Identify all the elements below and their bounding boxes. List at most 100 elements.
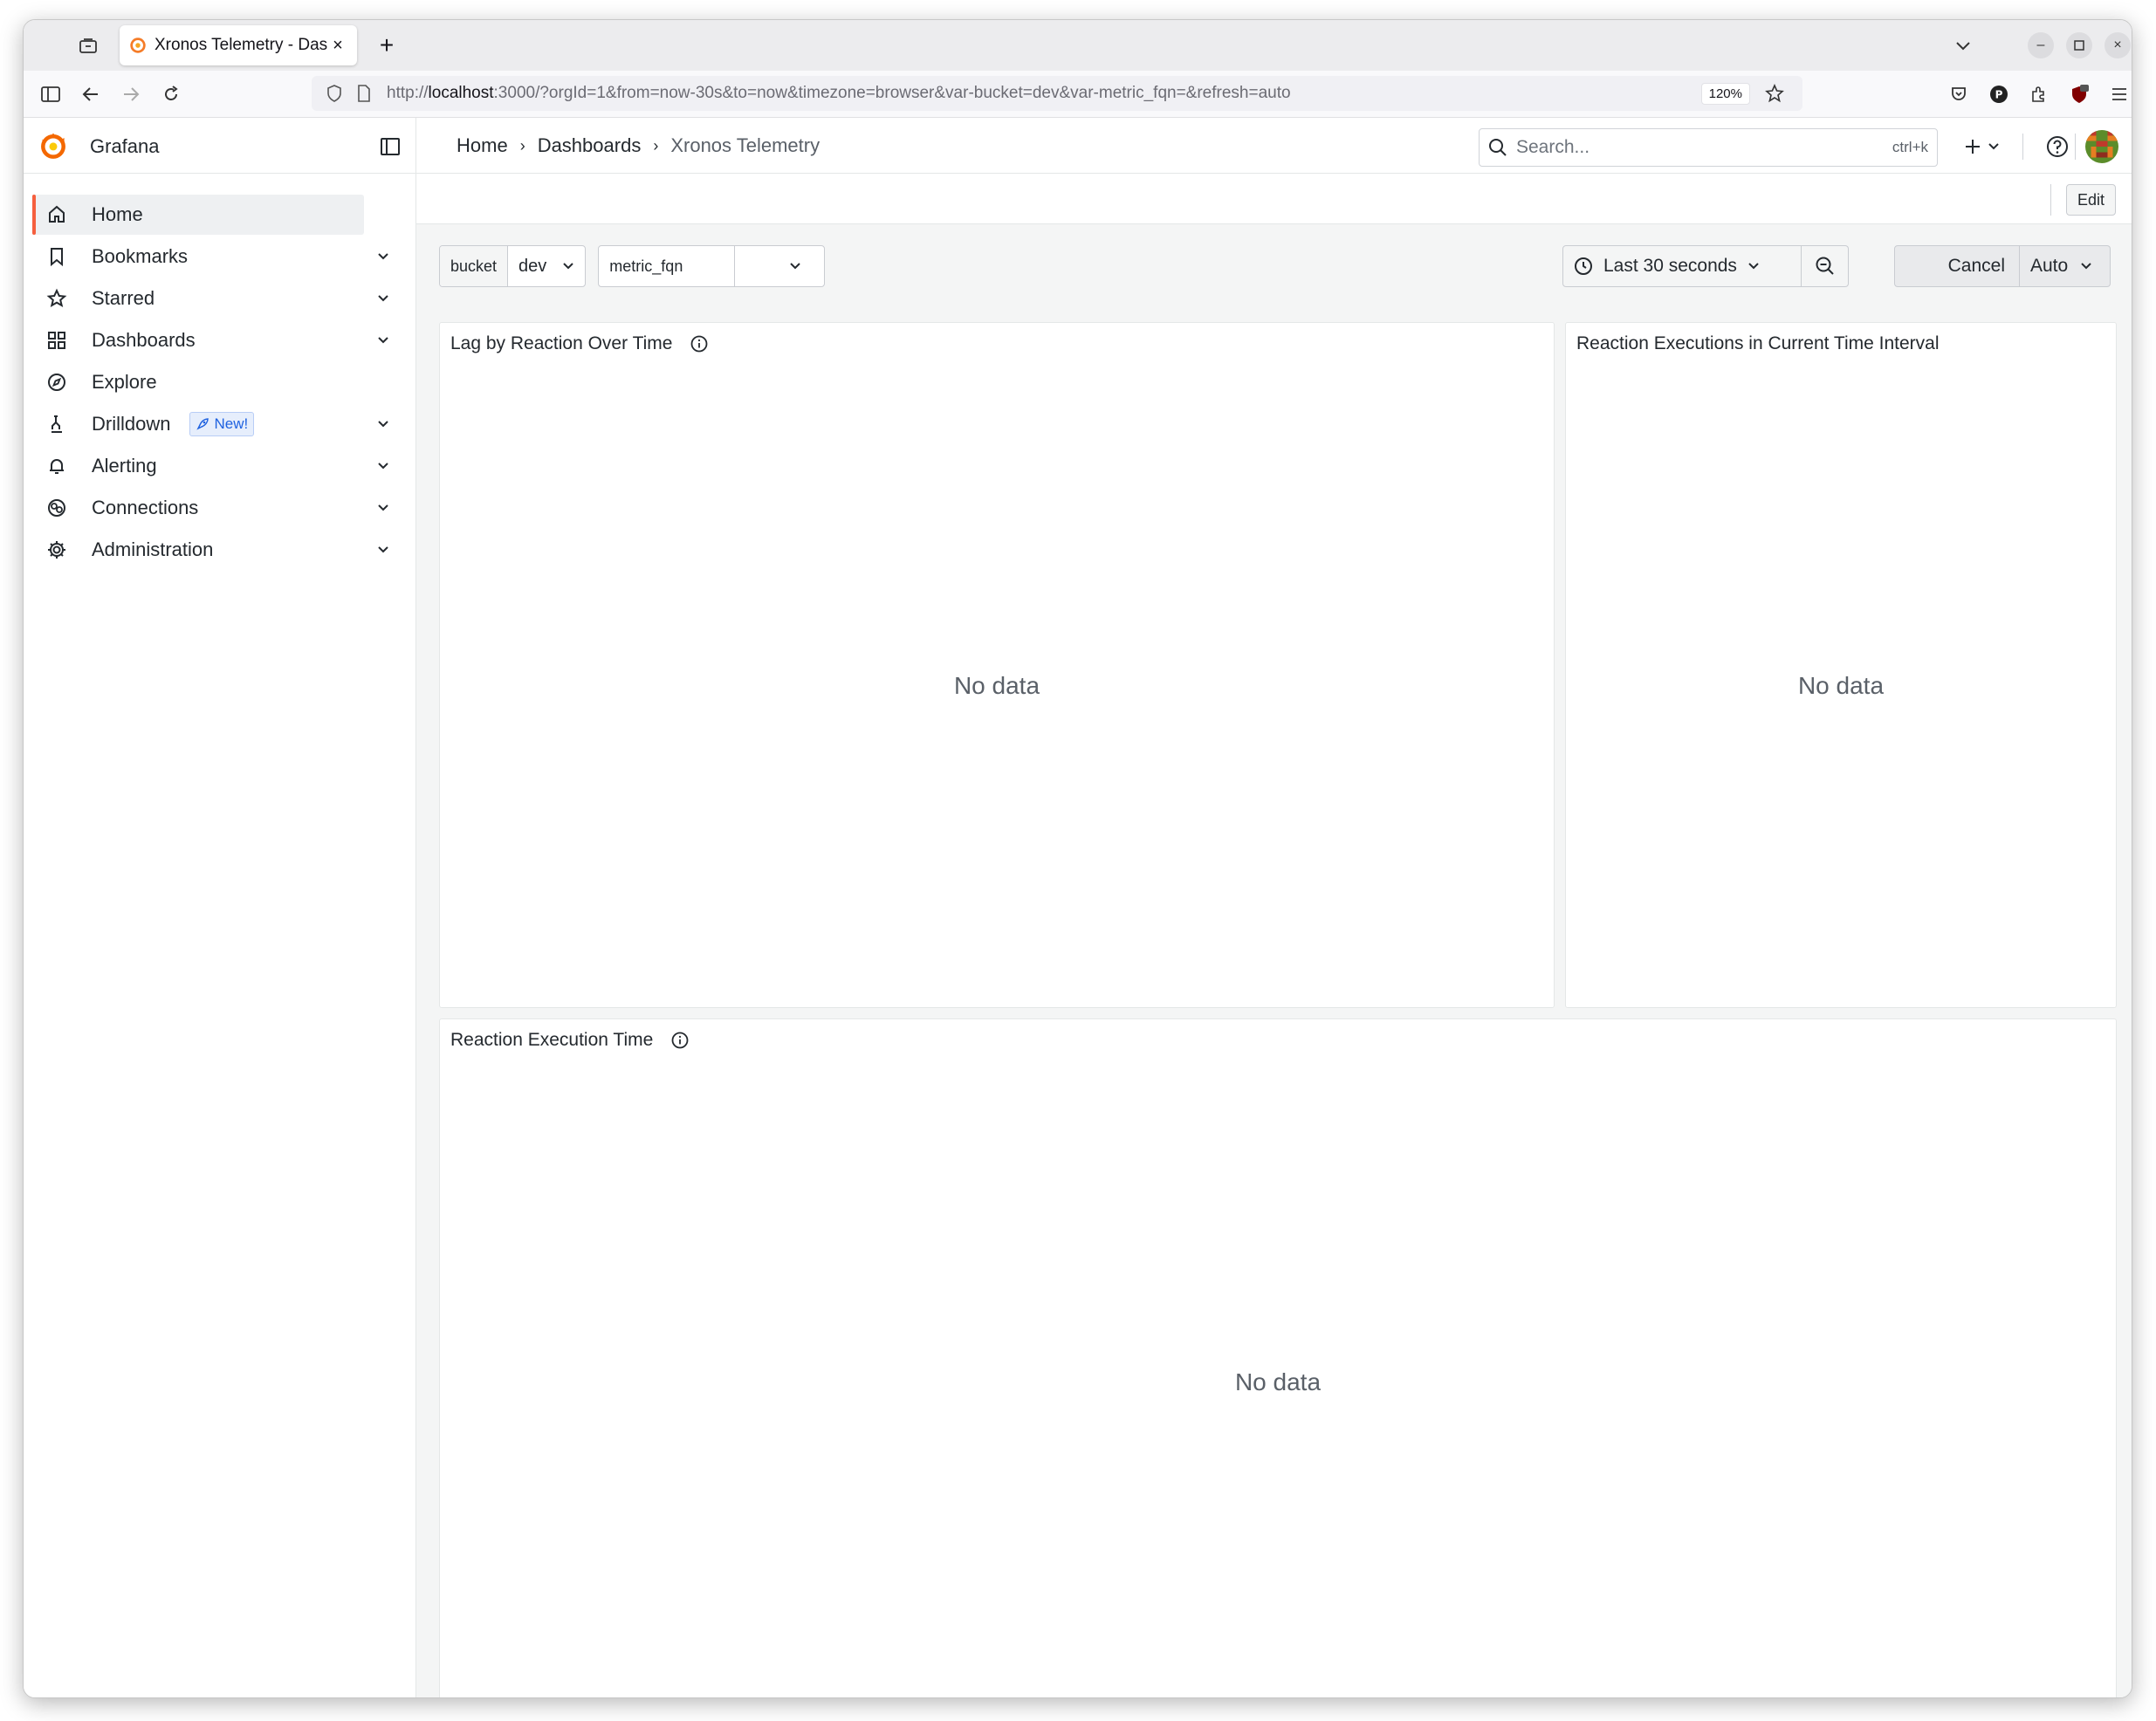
new-badge: New! bbox=[189, 412, 255, 436]
chevron-down-icon[interactable] bbox=[374, 289, 392, 306]
tab-list-button[interactable] bbox=[72, 32, 104, 60]
search-icon bbox=[1489, 139, 1507, 156]
refresh-interval-button[interactable]: Auto bbox=[2020, 245, 2111, 287]
sidebar-item-explore[interactable]: Explore bbox=[32, 362, 404, 402]
new-tab-button[interactable]: + bbox=[373, 32, 401, 60]
sidebar-item-drilldown[interactable]: Drilldown New! bbox=[32, 404, 404, 444]
reload-button[interactable] bbox=[156, 80, 186, 108]
edit-button[interactable]: Edit bbox=[2065, 184, 2116, 216]
ublock-button[interactable] bbox=[2064, 80, 2094, 108]
panel-title: Reaction Execution Time bbox=[450, 1030, 654, 1050]
zoom-level[interactable]: 120% bbox=[1700, 82, 1750, 105]
forward-button[interactable] bbox=[116, 80, 146, 108]
sidebar-item-starred[interactable]: Starred bbox=[32, 278, 404, 319]
drilldown-icon bbox=[45, 412, 69, 436]
panel-title: Lag by Reaction Over Time bbox=[450, 333, 673, 353]
url-text[interactable]: http://localhost:3000/?orgId=1&from=now-… bbox=[387, 84, 1701, 103]
panel-header: Lag by Reaction Over Time bbox=[450, 333, 709, 354]
bucket-select[interactable]: dev bbox=[508, 246, 585, 286]
profile-extension-button[interactable]: P bbox=[1984, 80, 2014, 108]
chevron-down-icon[interactable] bbox=[374, 331, 392, 348]
panel-reaction-execution-time[interactable]: Reaction Execution Time No data bbox=[439, 1018, 2117, 1697]
sidebar-item-home[interactable]: Home bbox=[32, 195, 364, 235]
bucket-value: dev bbox=[518, 256, 547, 276]
dock-menu-icon[interactable] bbox=[377, 134, 403, 160]
pocket-button[interactable] bbox=[1944, 80, 1974, 108]
browser-tab-active[interactable]: Xronos Telemetry - Dashb × bbox=[120, 25, 357, 65]
metric-fqn-select[interactable]: metric_fqn bbox=[599, 246, 824, 286]
cancel-button[interactable]: Cancel bbox=[1894, 245, 2020, 287]
tab-title: Xronos Telemetry - Dashb bbox=[154, 36, 327, 54]
chevron-right-icon: › bbox=[653, 136, 659, 154]
panel-reaction-executions[interactable]: Reaction Executions in Current Time Inte… bbox=[1565, 322, 2117, 1008]
zoom-out-button[interactable] bbox=[1802, 245, 1849, 287]
shield-icon[interactable] bbox=[322, 81, 347, 106]
nav-sidebar: Home Bookmarks Starred Dashboards Explor… bbox=[24, 174, 416, 1697]
search-input[interactable] bbox=[1516, 137, 1892, 158]
maximize-icon bbox=[2074, 40, 2084, 51]
sidebar-item-dashboards[interactable]: Dashboards bbox=[32, 320, 404, 360]
sidebar-icon bbox=[41, 86, 60, 102]
connections-icon bbox=[45, 496, 69, 520]
apps-icon bbox=[45, 328, 69, 353]
chevron-down-icon[interactable] bbox=[374, 415, 392, 432]
tab-close-icon[interactable]: × bbox=[327, 36, 348, 56]
chevron-down-icon[interactable] bbox=[374, 456, 392, 474]
breadcrumb-home[interactable]: Home bbox=[457, 134, 508, 157]
info-icon[interactable] bbox=[670, 1031, 690, 1050]
breadcrumb-current: Xronos Telemetry bbox=[670, 134, 821, 156]
panel-header: Reaction Execution Time bbox=[450, 1030, 690, 1051]
sidebar-divider bbox=[415, 118, 416, 173]
back-button[interactable] bbox=[76, 80, 106, 108]
grafana-top-bar: Grafana Home › Dashboards › Xronos Telem… bbox=[24, 118, 2132, 174]
panel-title: Reaction Executions in Current Time Inte… bbox=[1576, 333, 1940, 353]
search-box[interactable]: ctrl+k bbox=[1479, 128, 1938, 167]
chevron-down-icon bbox=[1748, 263, 1759, 270]
panel-lag-by-reaction[interactable]: Lag by Reaction Over Time No data bbox=[439, 322, 1555, 1008]
dashboard-canvas: bucket dev metric_fqn Last 30 seconds Ca… bbox=[416, 224, 2132, 1697]
zoom-out-icon bbox=[1816, 257, 1834, 275]
topbar-separator bbox=[2075, 134, 2076, 160]
variable-metric-fqn: metric_fqn bbox=[598, 245, 826, 287]
new-menu-button[interactable] bbox=[1963, 132, 2000, 161]
help-icon[interactable] bbox=[2043, 133, 2071, 161]
sidebar-item-bookmarks[interactable]: Bookmarks bbox=[32, 237, 404, 277]
breadcrumb-dashboards[interactable]: Dashboards bbox=[538, 134, 642, 157]
sidebar-toggle-button[interactable] bbox=[36, 80, 65, 108]
puzzle-icon bbox=[2032, 86, 2044, 102]
star-icon bbox=[45, 286, 69, 311]
tab-list-icon bbox=[79, 38, 97, 53]
active-indicator bbox=[32, 195, 36, 235]
close-window-button[interactable]: × bbox=[2105, 32, 2131, 58]
sidebar-item-alerting[interactable]: Alerting bbox=[32, 446, 404, 486]
chevron-down-icon bbox=[790, 263, 801, 270]
chevron-down-icon[interactable] bbox=[374, 540, 392, 558]
app-menu-button[interactable] bbox=[2105, 80, 2132, 108]
maximize-button[interactable] bbox=[2066, 32, 2092, 58]
grafana-logo-icon[interactable] bbox=[38, 130, 69, 161]
url-bar[interactable]: http://localhost:3000/?orgId=1&from=now-… bbox=[312, 76, 1802, 111]
sidebar-item-label: Administration bbox=[92, 538, 214, 560]
dropdown-toggle[interactable] bbox=[766, 262, 824, 271]
sidebar-item-administration[interactable]: Administration bbox=[32, 530, 404, 570]
time-controls: Last 30 seconds bbox=[1562, 245, 1849, 287]
chevron-down-icon[interactable] bbox=[374, 247, 392, 264]
time-range-picker[interactable]: Last 30 seconds bbox=[1562, 245, 1802, 287]
user-avatar[interactable] bbox=[2085, 130, 2118, 163]
extensions-button[interactable] bbox=[2024, 80, 2054, 108]
list-all-tabs-button[interactable] bbox=[1951, 34, 1975, 58]
variable-bar: bucket dev metric_fqn bbox=[439, 245, 826, 287]
sidebar-item-label: Explore bbox=[92, 371, 157, 393]
chevron-down-icon[interactable] bbox=[374, 498, 392, 516]
minimize-button[interactable]: – bbox=[2028, 32, 2054, 58]
p-extension-icon: P bbox=[1990, 86, 2008, 103]
bookmark-star-icon[interactable] bbox=[1762, 81, 1787, 106]
chevron-down-icon bbox=[563, 263, 574, 270]
arrow-right-icon bbox=[124, 87, 140, 101]
plus-icon bbox=[1966, 140, 1980, 154]
panel-header: Reaction Executions in Current Time Inte… bbox=[1576, 333, 1940, 354]
sidebar-item-connections[interactable]: Connections bbox=[32, 488, 404, 528]
info-icon[interactable] bbox=[690, 334, 709, 353]
variable-label: bucket bbox=[440, 246, 509, 286]
page-icon bbox=[352, 81, 376, 106]
